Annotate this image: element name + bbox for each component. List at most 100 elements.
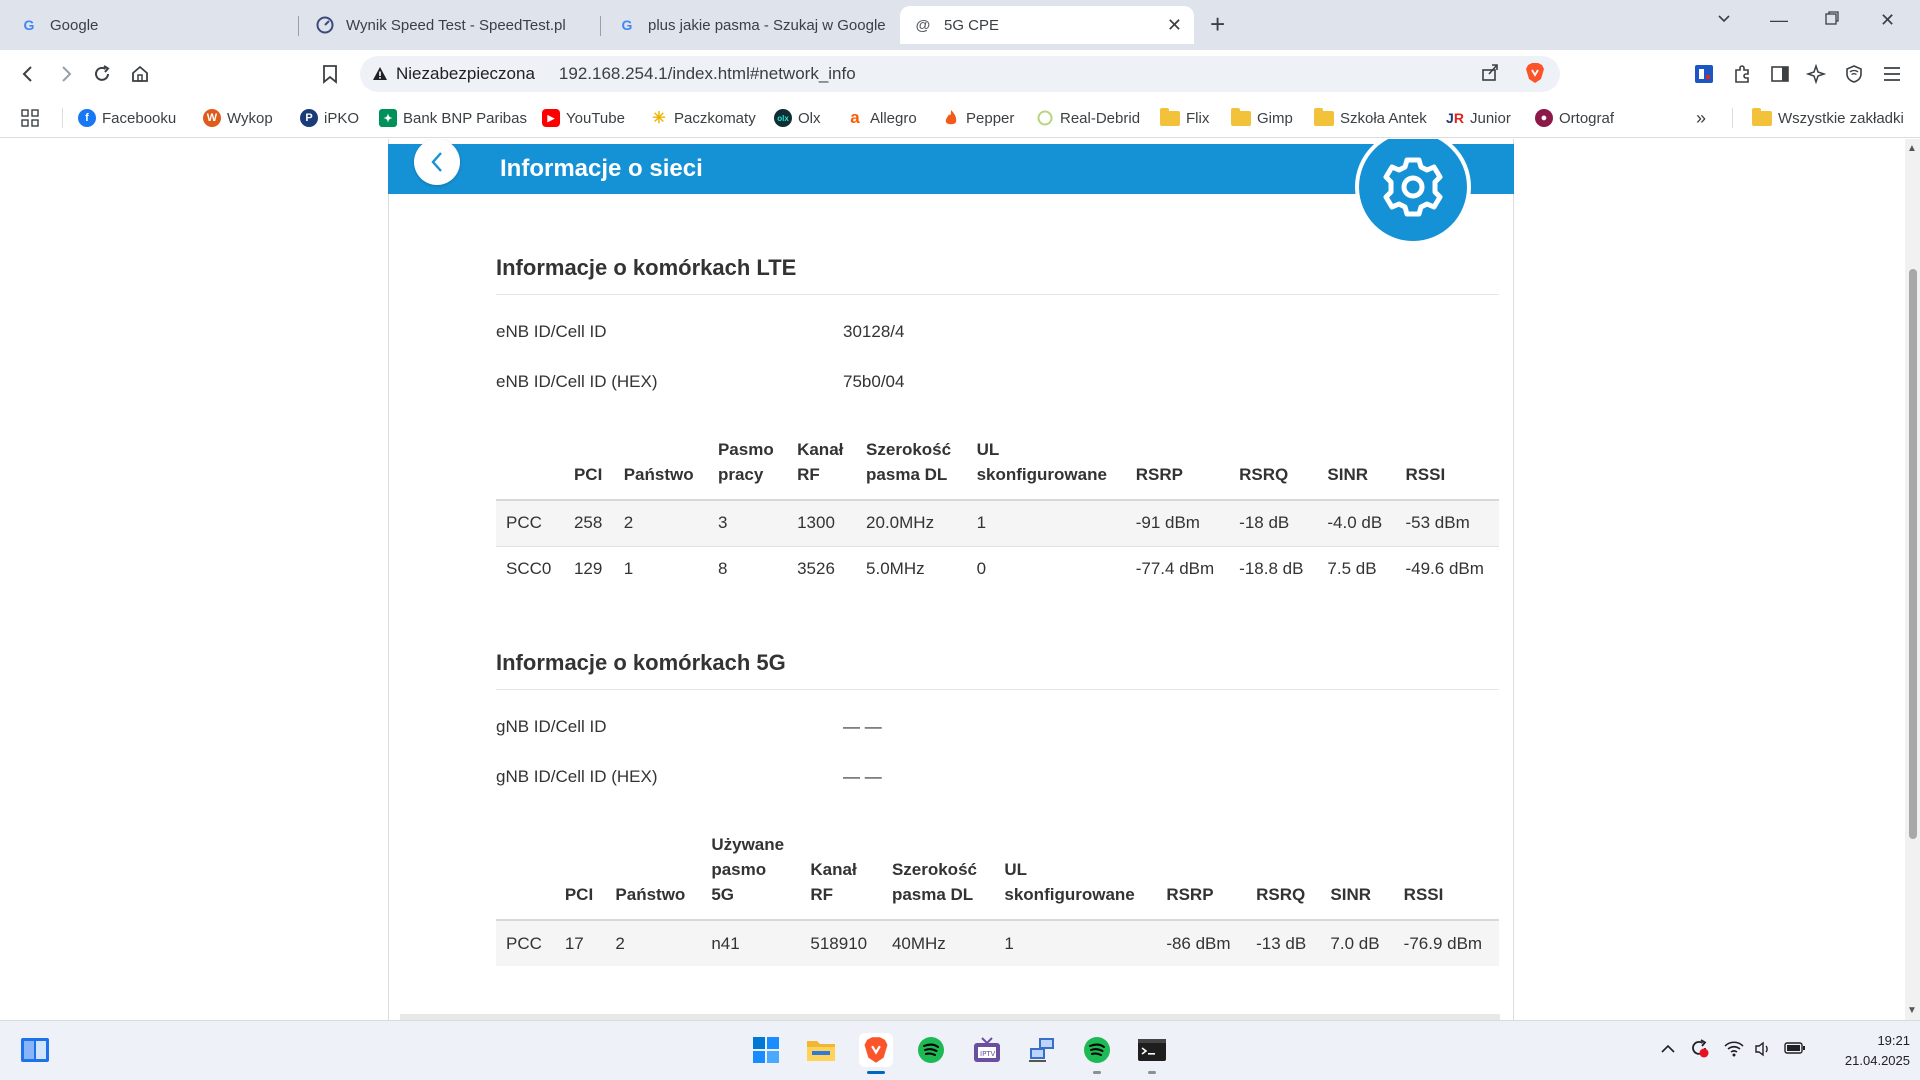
apps-grid-icon[interactable] (20, 107, 40, 129)
close-tab-icon[interactable]: ✕ (1167, 15, 1182, 36)
security-status[interactable]: Niezabezpieczona (396, 64, 535, 84)
vertical-scrollbar[interactable]: ▲ ▼ (1905, 139, 1920, 1020)
restore-button[interactable] (1824, 10, 1840, 31)
iptv-icon[interactable]: IPTV (970, 1033, 1004, 1067)
bookmark-wykop[interactable]: W Wykop (203, 107, 273, 129)
enb-cell-id-hex-label: eNB ID/Cell ID (HEX) (496, 372, 658, 391)
table-row: SCC0 129 1 8 3526 5.0MHz 0 -77.4 dBm -18.8 dB 7.5… (496, 546, 1499, 592)
table-cell: 2 (613, 500, 708, 547)
column-header: SINR (1317, 437, 1396, 501)
spotify-icon[interactable] (1080, 1033, 1114, 1067)
terminal-icon[interactable] (1135, 1033, 1169, 1067)
close-window-button[interactable]: ✕ (1880, 10, 1895, 31)
vpn-shield-icon[interactable] (1842, 62, 1866, 86)
table-cell: 2 (605, 920, 702, 966)
tab-title: Wynik Speed Test - SpeedTest.pl (346, 16, 566, 34)
settings-gear-badge[interactable] (1353, 139, 1473, 245)
url-text[interactable]: 192.168.254.1/index.html#network_info (559, 64, 856, 84)
bookmark-junior[interactable]: JR Junior (1446, 107, 1511, 129)
wifi-icon[interactable] (1724, 1041, 1744, 1061)
column-header: Szerokość pasma DL (856, 437, 967, 501)
back-button[interactable] (414, 139, 460, 185)
extensions-puzzle-icon[interactable] (1730, 62, 1754, 86)
browser-tab-5g-cpe[interactable]: @ 5G CPE ✕ (900, 6, 1194, 44)
minimize-button[interactable]: — (1770, 10, 1788, 31)
tab-title: Google (50, 16, 99, 34)
spotify-icon[interactable] (914, 1033, 948, 1067)
realdebrid-icon (1036, 109, 1054, 127)
bookmark-label: iPKO (324, 109, 360, 127)
column-header: RSRP (1125, 437, 1230, 501)
browser-tab-google-search[interactable]: G plus jakie pasma - Szukaj w Google (604, 6, 900, 44)
column-header: Pasmo pracy (707, 437, 788, 501)
bookmark-facebook[interactable]: f Facebooku (78, 107, 176, 129)
clock-date: 21.04.2025 (1844, 1053, 1910, 1068)
back-arrow-icon[interactable] (14, 60, 42, 88)
more-bookmarks-icon[interactable]: » (1696, 107, 1706, 129)
table-cell: 3526 (797, 559, 835, 579)
bookmark-ortograf[interactable]: ● Ortograf (1535, 107, 1614, 129)
bookmark-folder-gimp[interactable]: Gimp (1231, 107, 1293, 129)
column-header: Kanał RF (800, 832, 882, 921)
table-cell: 17 (554, 920, 606, 966)
column-header (496, 437, 564, 501)
lte-cells-table: PCI Państwo Pasmo pracy Kanał RF Szerokość pasm… (496, 437, 1499, 592)
folder-icon (1160, 107, 1180, 126)
show-hidden-icons-icon[interactable] (1660, 1041, 1676, 1061)
bookmark-paczkomaty[interactable]: ✳ Paczkomaty (650, 107, 755, 129)
sidebar-icon[interactable] (1768, 62, 1792, 86)
battery-icon[interactable] (1784, 1041, 1806, 1059)
bookmark-realdebrid[interactable]: Real-Debrid (1036, 107, 1140, 129)
home-icon[interactable] (126, 60, 154, 88)
brave-browser-icon[interactable] (859, 1033, 893, 1067)
column-header (496, 832, 555, 921)
forward-arrow-icon[interactable] (52, 60, 80, 88)
page-viewport: Informacje o sieci Informacje o komórkac… (0, 139, 1905, 1020)
bookmark-ipko[interactable]: P iPKO (300, 107, 359, 129)
bookmark-folder-szkola-antek[interactable]: Szkoła Antek (1314, 107, 1427, 129)
tab-search-icon[interactable] (1716, 10, 1732, 31)
bookmark-icon[interactable] (316, 60, 344, 88)
system-clock[interactable]: 19:21 21.04.2025 (1820, 1031, 1910, 1071)
scrollbar-thumb[interactable] (1909, 269, 1917, 839)
bookmark-label: Facebooku (102, 109, 177, 127)
browser-tab-google[interactable]: G Google (6, 6, 296, 44)
router-icon: @ (915, 16, 931, 34)
sync-error-icon[interactable] (1688, 1037, 1710, 1063)
file-explorer-icon[interactable] (804, 1033, 838, 1067)
folder-icon (1752, 107, 1772, 126)
bookmark-pepper[interactable]: Pepper (942, 107, 1014, 129)
share-icon[interactable] (1480, 62, 1500, 87)
bookmark-label: Olx (798, 109, 821, 127)
scroll-down-icon[interactable]: ▼ (1907, 1005, 1917, 1016)
paczkomaty-icon: ✳ (652, 110, 666, 127)
new-tab-button[interactable]: + (1210, 11, 1225, 37)
extension-reader-icon[interactable] (1692, 62, 1716, 86)
address-bar[interactable]: Niezabezpieczona 192.168.254.1/index.htm… (360, 56, 1560, 92)
leo-ai-icon[interactable] (1804, 62, 1828, 86)
column-header: Państwo (613, 437, 708, 501)
bookmark-label: YouTube (566, 109, 625, 127)
bookmark-youtube[interactable]: ▶ YouTube (542, 107, 625, 129)
nr-cells-table: PCI Państwo Używane pasmo 5G Kanał RF Szerokość… (496, 832, 1499, 966)
table-cell: 0 (976, 559, 987, 579)
widgets-icon[interactable] (18, 1033, 52, 1067)
menu-icon[interactable] (1880, 62, 1904, 86)
pko-icon: P (300, 109, 318, 127)
reload-icon[interactable] (88, 60, 116, 88)
volume-icon[interactable] (1754, 1041, 1772, 1061)
bookmark-folder-flix[interactable]: Flix (1160, 107, 1209, 129)
network-computers-icon[interactable] (1025, 1033, 1059, 1067)
scroll-up-icon[interactable]: ▲ (1907, 143, 1917, 154)
bookmark-bnp[interactable]: ✦ Bank BNP Paribas (379, 107, 527, 129)
bookmark-olx[interactable]: olx Olx (774, 107, 821, 129)
bookmark-label: Ortograf (1559, 109, 1615, 127)
table-cell: -91 dBm (1125, 500, 1230, 547)
table-cell: 7.5 dB (1327, 559, 1377, 579)
bookmark-allegro[interactable]: a Allegro (846, 107, 916, 129)
brave-shields-icon[interactable] (1525, 62, 1545, 89)
start-menu-icon[interactable] (749, 1033, 783, 1067)
bookmark-all-bookmarks[interactable]: Wszystkie zakładki (1752, 107, 1904, 129)
warning-icon[interactable] (370, 64, 390, 84)
browser-tab-speedtest[interactable]: Wynik Speed Test - SpeedTest.pl (302, 6, 598, 44)
